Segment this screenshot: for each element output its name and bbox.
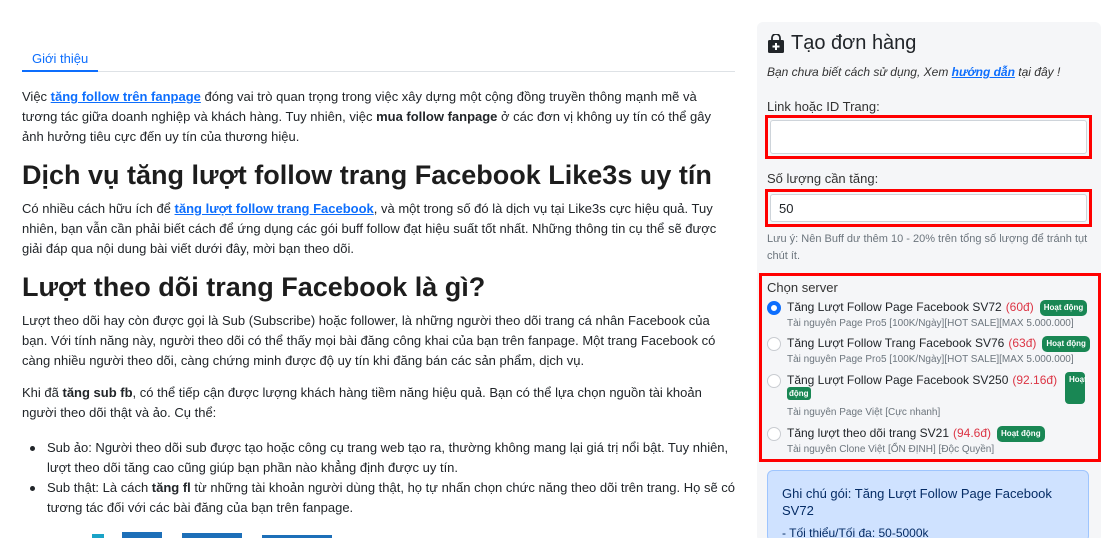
status-badge: Hoạt động (997, 425, 1045, 442)
guide-link[interactable]: hướng dẫn (952, 65, 1015, 79)
tab-introduction[interactable]: Giới thiệu (22, 44, 99, 72)
quantity-label: Số lượng cần tăng: (767, 171, 879, 186)
heading-service: Dịch vụ tăng lượt follow trang Facebook … (22, 160, 712, 190)
package-note-title: Ghi chú gói: Tăng Lượt Follow Page Faceb… (782, 486, 1052, 518)
usage-hint: Bạn chưa biết cách sử dụng, Xem hướng dẫ… (767, 65, 1061, 79)
server-label: Chọn server (767, 280, 838, 295)
decorative-image-edge (92, 532, 332, 538)
radio-sv72[interactable] (767, 301, 781, 315)
service-paragraph: Có nhiều cách hữu ích để tăng lượt follo… (22, 201, 717, 256)
link-label: Link hoặc ID Trang: (767, 99, 880, 114)
buff-note: Lưu ý: Nên Buff dư thêm 10 - 20% trên tổ… (767, 233, 1088, 262)
definition-paragraph: Lượt theo dõi hay còn được gọi là Sub (S… (22, 313, 716, 368)
list-item: Sub ảo: Người theo dõi sub được tạo hoặc… (30, 438, 737, 478)
link-follow-facebook[interactable]: tăng lượt follow trang Facebook (175, 201, 374, 216)
shopping-bag-icon (767, 32, 785, 54)
intro-paragraph: Việc tăng follow trên fanpage đóng vai t… (22, 89, 712, 144)
sub-paragraph: Khi đã tăng sub fb, có thể tiếp cận được… (22, 385, 702, 420)
status-badge: Hoạt động (1042, 335, 1090, 352)
package-limit: - Tối thiểu/Tối đa: 50-5000k (782, 526, 929, 538)
heading-what-is-follow: Lượt theo dõi trang Facebook là gì? (22, 272, 486, 302)
package-info-box: Ghi chú gói: Tăng Lượt Follow Page Faceb… (767, 470, 1089, 538)
radio-sv21[interactable] (767, 427, 781, 441)
quantity-input[interactable]: 50 (770, 194, 1087, 222)
order-title: Tạo đơn hàng (767, 32, 916, 55)
list-item: Sub thật: Là cách tăng fl từ những tài k… (30, 478, 737, 518)
order-panel: Tạo đơn hàng Bạn chưa biết cách sử dụng,… (757, 22, 1101, 538)
tab-bar: Giới thiệu (22, 44, 735, 72)
bullet-list: Sub ảo: Người theo dõi sub được tạo hoặc… (30, 438, 737, 518)
status-badge: Hoạt động (1039, 299, 1088, 316)
link-follow-fanpage[interactable]: tăng follow trên fanpage (51, 89, 201, 104)
radio-sv250[interactable] (767, 374, 781, 388)
link-input[interactable] (770, 120, 1087, 154)
status-badge-wrap: động (787, 387, 811, 400)
radio-sv76[interactable] (767, 337, 781, 351)
